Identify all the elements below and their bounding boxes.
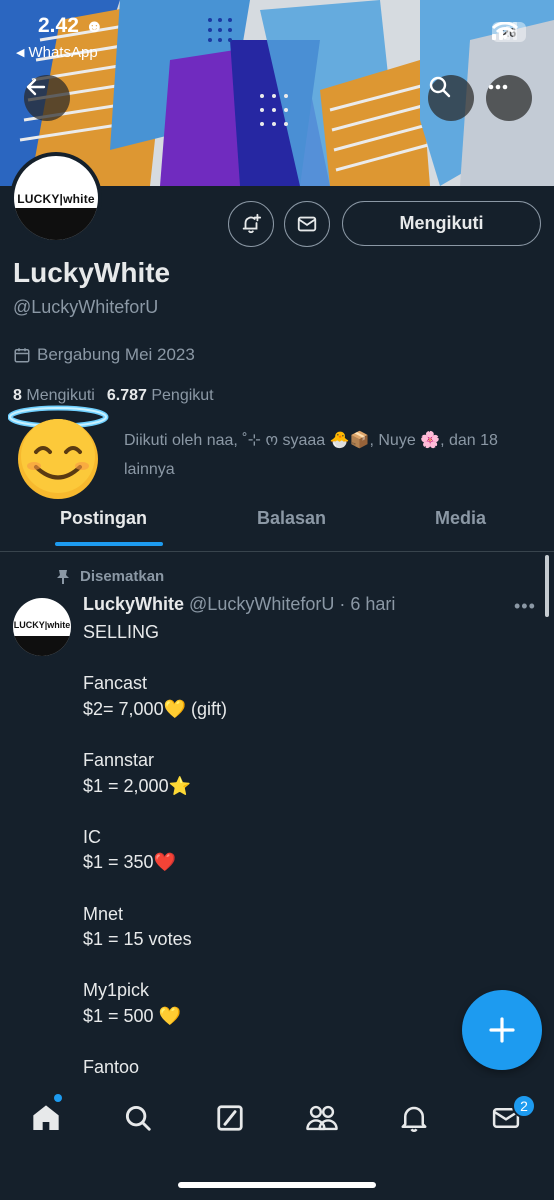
back-button[interactable] — [24, 75, 70, 121]
scrollbar-thumb[interactable] — [545, 555, 549, 617]
profile-tabs: Postingan Balasan Media — [0, 496, 554, 552]
tweet-line: My1pick — [83, 980, 150, 1001]
profile-handle: @LuckyWhiteforU — [13, 297, 159, 317]
followed-by-text[interactable]: Diikuti oleh naa, ˚⊹ ო syaaa 🐣📦, Nuye 🌸,… — [124, 426, 544, 484]
tweet-line: Fantoo — [83, 1057, 140, 1078]
search-icon — [125, 1105, 151, 1131]
tweet-line: $1 = 15 votes — [83, 929, 192, 950]
profile-avatar[interactable]: LUCKY|white — [10, 152, 102, 244]
tweet-header: LuckyWhite @LuckyWhiteforU · 6 hari — [83, 594, 395, 615]
pinned-label: Disematkan — [56, 568, 164, 585]
tab-balasan[interactable]: Balasan — [257, 508, 326, 529]
profile-display-name: LuckyWhite — [13, 257, 171, 288]
home-unread-dot — [54, 1094, 62, 1102]
profile-banner[interactable]: 2.42 ☻ ◀ WhatsApp 26 — [0, 0, 554, 186]
tab-media[interactable]: Media — [435, 508, 486, 529]
status-time: 2.42 ☻ — [38, 14, 104, 37]
communities-icon — [306, 1105, 338, 1131]
nav-home[interactable] — [24, 1096, 68, 1140]
status-indicators: 26 — [492, 22, 526, 42]
tweet-line: $1 = 350❤️ — [83, 852, 176, 873]
tweet-line: Fannstar — [83, 749, 155, 770]
envelope-icon — [297, 216, 317, 232]
tweet-line — [83, 1030, 523, 1056]
back-triangle-icon: ◀ — [16, 47, 25, 59]
calendar-icon — [14, 348, 30, 363]
status-bar: 2.42 ☻ ◀ WhatsApp 26 — [0, 0, 554, 70]
wifi-icon — [492, 22, 518, 40]
nav-communities[interactable] — [300, 1096, 344, 1140]
back-to-app[interactable]: ◀ WhatsApp — [16, 44, 98, 61]
compose-button[interactable] — [462, 990, 542, 1070]
bell-plus-icon — [242, 213, 262, 234]
following-button[interactable]: Mengikuti — [342, 201, 541, 246]
more-button[interactable] — [486, 75, 532, 121]
follow-counts: 8 Mengikuti 6.787 Pengikut — [13, 387, 214, 405]
tweet-line — [83, 876, 523, 902]
tweet-line: IC — [83, 826, 101, 847]
notify-button[interactable] — [228, 201, 274, 247]
avatar-band — [14, 208, 98, 240]
nav-notifications[interactable] — [392, 1096, 436, 1140]
tweet-line: SELLING — [83, 622, 160, 642]
arrow-left-icon — [26, 78, 46, 96]
search-button[interactable] — [428, 75, 474, 121]
message-button[interactable] — [284, 201, 330, 247]
joined-date: Bergabung Mei 2023 — [13, 345, 195, 365]
tweet-avatar-band — [13, 636, 71, 656]
tweet-line: Mnet — [83, 903, 124, 924]
tweet-line — [83, 646, 523, 672]
tweet-text: SELLING Fancast $2= 7,000💛 (gift) Fannst… — [83, 620, 523, 1081]
smiling-halo-emoji-icon — [8, 405, 109, 499]
tweet-line: $1 = 2,000⭐ — [83, 775, 191, 796]
tweet-author-handle[interactable]: @LuckyWhiteforU — [189, 594, 334, 614]
tweet-line: $1 = 500 💛 — [83, 1005, 181, 1026]
active-tab-indicator — [55, 542, 163, 546]
home-indicator[interactable] — [178, 1182, 376, 1188]
pin-icon — [57, 569, 69, 584]
tab-postingan[interactable]: Postingan — [60, 508, 147, 529]
tweet-avatar[interactable]: LUCKY|white — [13, 598, 71, 656]
tweet-time: · 6 hari — [339, 594, 396, 614]
tweet-line — [83, 953, 523, 979]
more-horizontal-icon — [488, 84, 508, 90]
home-icon — [33, 1105, 59, 1130]
search-icon — [429, 76, 451, 98]
nav-grok[interactable] — [208, 1096, 252, 1140]
nav-search[interactable] — [116, 1096, 160, 1140]
followers-link[interactable]: 6.787 Pengikut — [107, 387, 214, 405]
following-link[interactable]: 8 Mengikuti — [13, 387, 95, 405]
tweet-line: $2= 7,000💛 (gift) — [83, 698, 227, 719]
plus-icon — [489, 1017, 515, 1043]
tweet-line: Fancast — [83, 673, 148, 694]
grok-icon — [217, 1105, 243, 1131]
tweet-line — [83, 722, 523, 748]
tweet-avatar-logo: LUCKY|white — [13, 620, 71, 630]
tweet-line — [83, 799, 523, 825]
emoji-status-icon: ☻ — [84, 15, 104, 36]
tweet-author-name[interactable]: LuckyWhite — [83, 594, 184, 614]
avatar-logo-text: LUCKY|white — [17, 192, 95, 206]
tweet-more-icon[interactable]: ••• — [514, 596, 536, 617]
notifications-icon — [401, 1106, 427, 1132]
messages-badge: 2 — [512, 1094, 536, 1118]
